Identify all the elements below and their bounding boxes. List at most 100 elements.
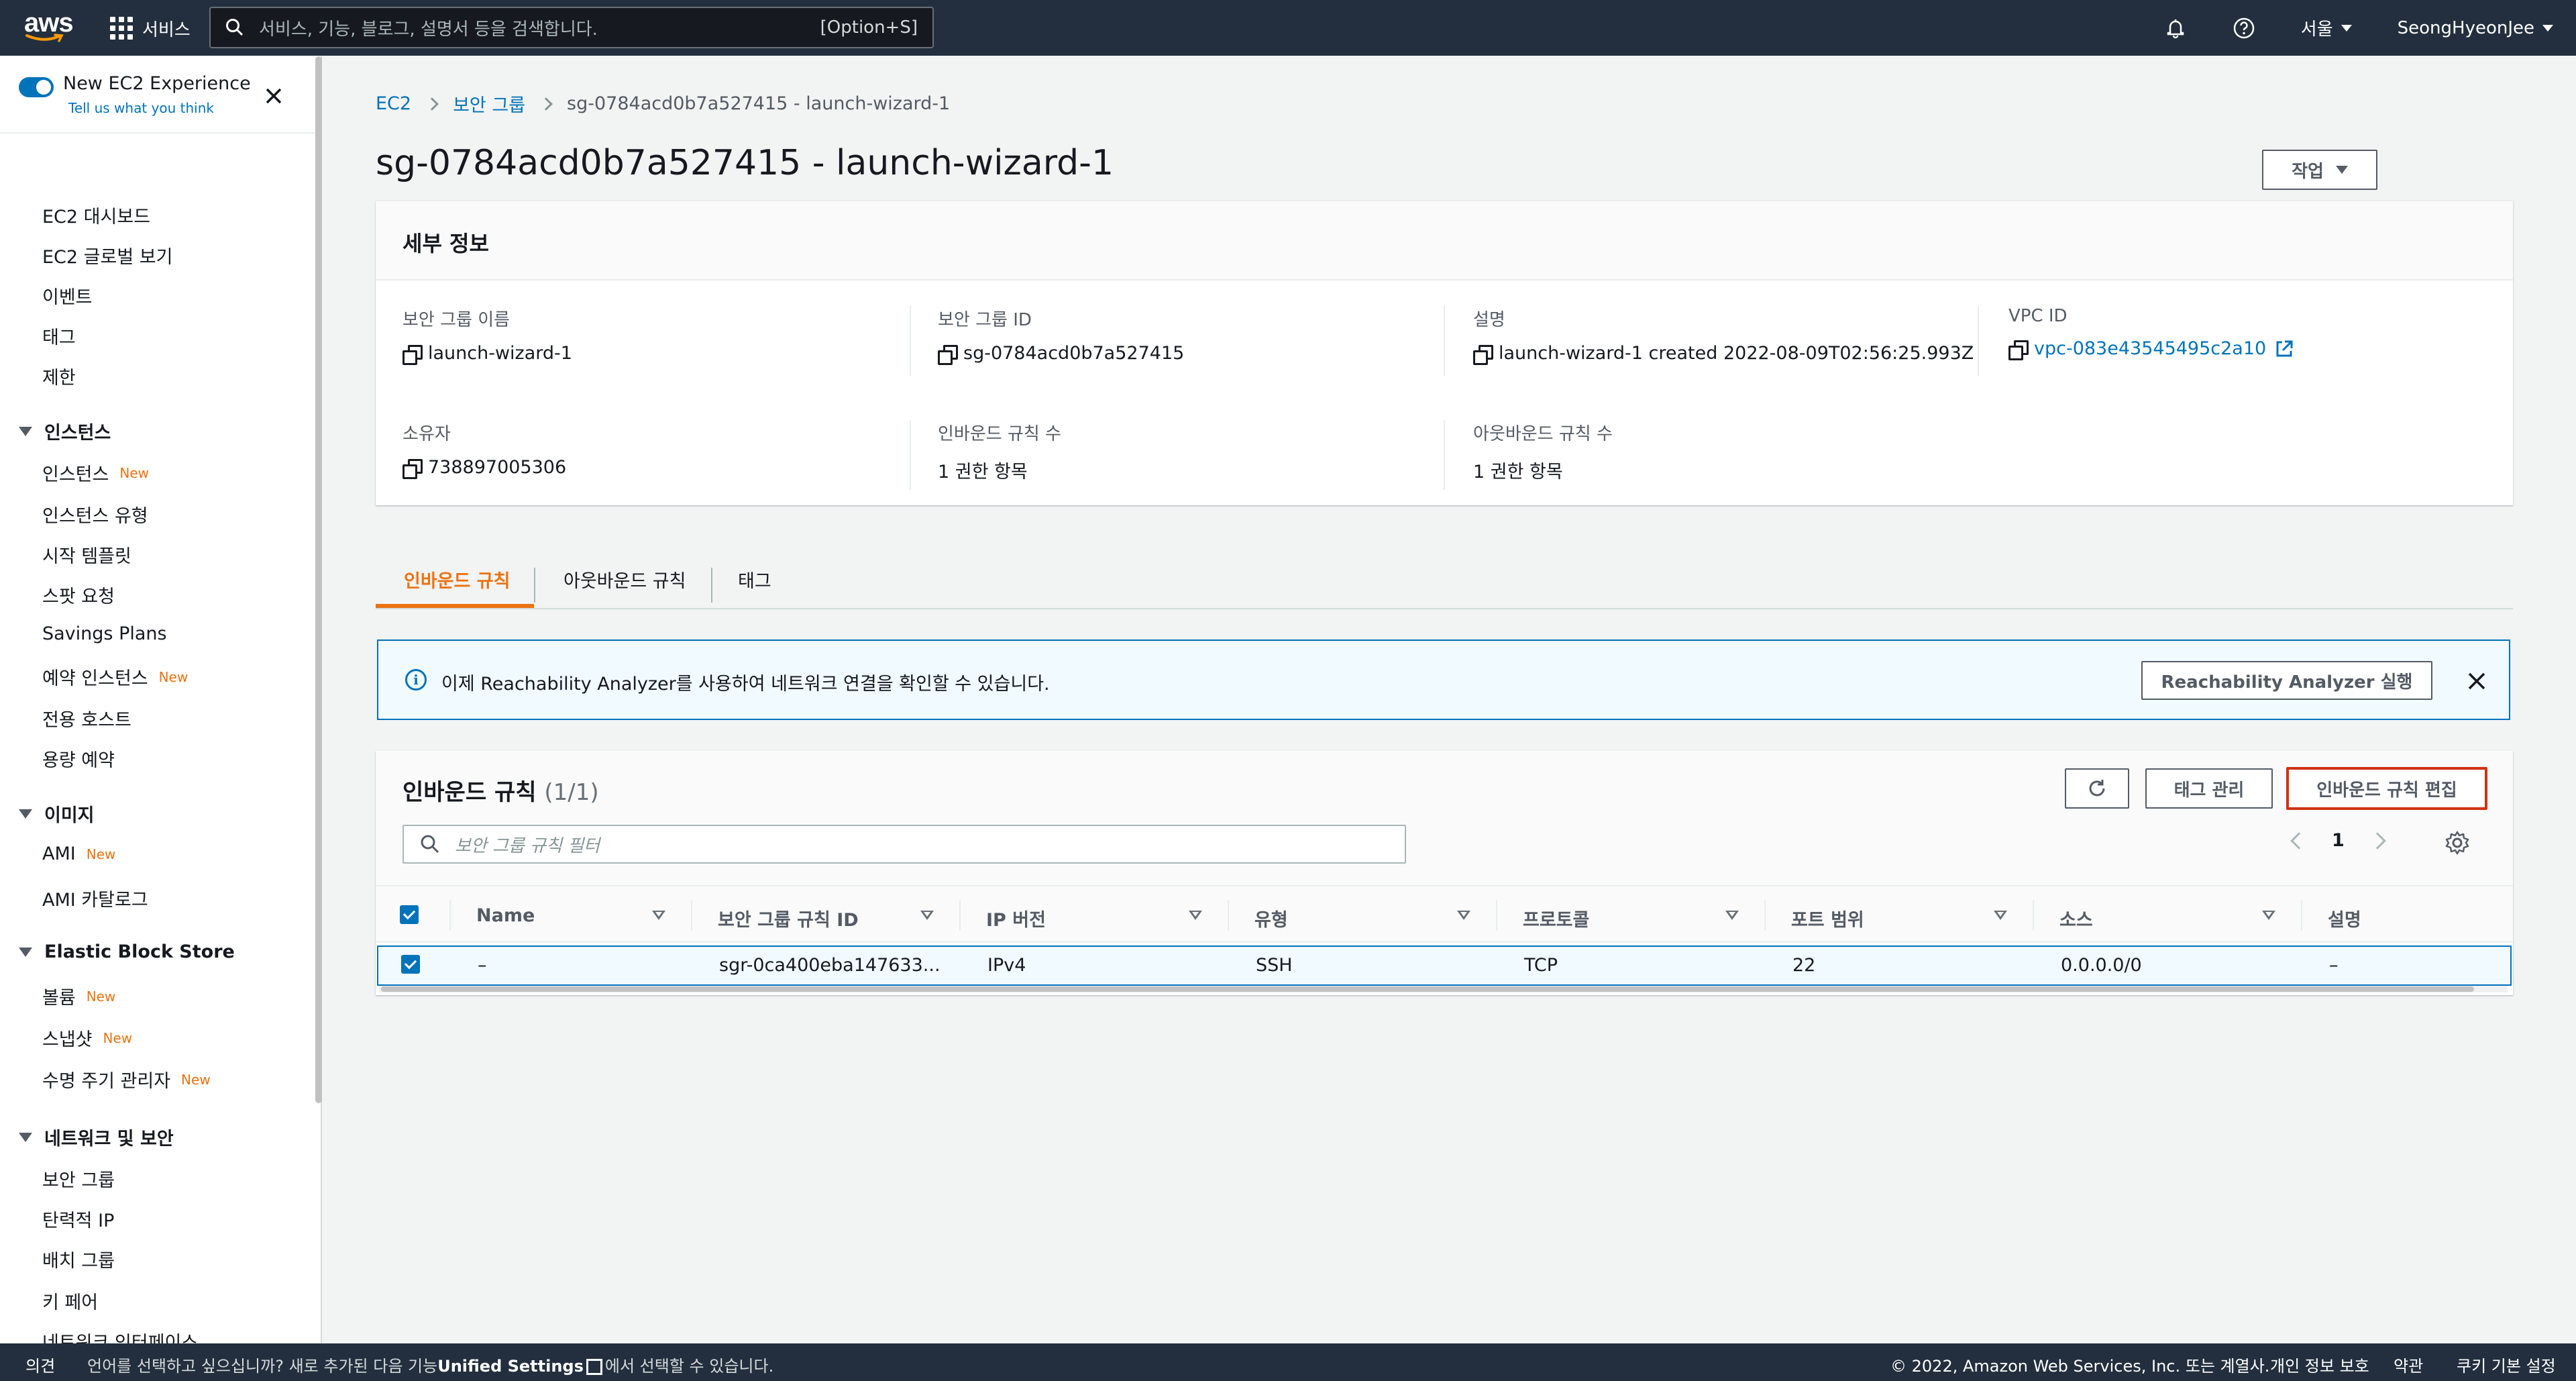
column-header-type[interactable]: 유형 [1254,905,1288,931]
sidebar-item-events[interactable]: 이벤트 [42,283,93,309]
sidebar-scrollbar[interactable] [315,56,322,1103]
sidebar-item-placement-groups[interactable]: 배치 그룹 [42,1246,115,1272]
sidebar-section-network-security[interactable]: 네트워크 및 보안 [19,1124,174,1150]
sidebar-item-network-interfaces[interactable]: 네트워크 인터페이스 [42,1328,198,1343]
field-value: 1 권한 항목 [1473,462,1563,482]
column-divider [910,420,911,490]
new-experience-toggle[interactable] [19,77,54,97]
refresh-button[interactable] [2065,768,2129,809]
account-menu[interactable]: SeongHyeonJee [2375,0,2576,56]
sidebar-item-dedicated-hosts[interactable]: 전용 호스트 [42,705,131,731]
account-name: SeongHyeonJee [2397,17,2534,38]
sidebar-item-reserved-instances[interactable]: 예약 인스턴스 New [42,664,188,690]
sidebar-item-ec2-dashboard[interactable]: EC2 대시보드 [42,202,150,228]
sidebar-item-lifecycle-manager[interactable]: 수명 주기 관리자 New [42,1066,211,1092]
breadcrumb-security-groups[interactable]: 보안 그룹 [453,91,525,117]
column-header-protocol[interactable]: 프로토콜 [1523,905,1589,931]
column-header-source[interactable]: 소스 [2059,905,2093,931]
sidebar-item-snapshots[interactable]: 스냅샷 New [42,1025,132,1051]
feedback-link[interactable]: Tell us what you think [68,100,214,116]
sidebar-item-tags[interactable]: 태그 [42,323,76,349]
edit-inbound-rules-button[interactable]: 인바운드 규칙 편집 [2286,767,2487,810]
select-all-checkbox[interactable] [400,905,419,924]
sort-icon[interactable] [920,911,934,920]
tab-tags[interactable]: 태그 [738,549,771,609]
sidebar-item-capacity-reservations[interactable]: 용량 예약 [42,746,115,772]
cell-source: 0.0.0.0/0 [2061,955,2142,976]
column-header-ip-version[interactable]: IP 버전 [986,905,1046,931]
actions-dropdown-button[interactable]: 작업 [2262,150,2377,190]
column-divider [1444,306,1445,376]
close-icon[interactable] [2466,670,2487,692]
sidebar-item-label: 수명 주기 관리자 [42,1071,171,1092]
tab-inbound-rules[interactable]: 인바운드 규칙 [404,549,510,609]
help-button[interactable] [2210,0,2278,56]
previous-page-icon[interactable] [2290,831,2308,850]
next-page-icon[interactable] [2369,831,2386,850]
privacy-link[interactable]: 개인 정보 보호 [2270,1353,2369,1376]
terms-link[interactable]: 약관 [2394,1353,2423,1376]
close-sidebar-icon[interactable] [262,84,286,108]
sidebar-item-spot-requests[interactable]: 스팟 요청 [42,582,115,608]
sidebar-item-security-groups[interactable]: 보안 그룹 [42,1166,115,1192]
sidebar-item-launch-templates[interactable]: 시작 템플릿 [42,542,131,568]
sidebar-item-volumes[interactable]: 볼륨 New [42,983,115,1009]
global-search-input[interactable]: 서비스, 기능, 블로그, 설명서 등을 검색합니다. [Option+S] [209,7,934,48]
sidebar-section-images[interactable]: 이미지 [19,801,95,827]
manage-tags-button[interactable]: 태그 관리 [2145,768,2273,809]
copy-icon[interactable] [1473,344,1493,365]
feedback-button[interactable]: 의견 [25,1353,55,1376]
tab-divider [534,568,535,603]
sidebar-item-savings-plans[interactable]: Savings Plans [42,623,167,644]
region-selector[interactable]: 서울 [2278,0,2375,56]
rules-filter-input[interactable]: 보안 그룹 규칙 필터 [402,825,1406,864]
tab-outbound-rules[interactable]: 아웃바운드 규칙 [564,549,686,609]
sort-icon[interactable] [2262,911,2275,920]
copy-icon[interactable] [402,344,423,365]
notifications-button[interactable] [2141,0,2210,56]
sort-icon[interactable] [1994,911,2007,920]
sort-icon[interactable] [1189,911,1202,920]
current-page[interactable]: 1 [2332,830,2345,851]
sidebar-item-global-view[interactable]: EC2 글로벌 보기 [42,242,172,268]
cookie-preferences-link[interactable]: 쿠키 기본 설정 [2457,1353,2556,1376]
sidebar-section-ebs[interactable]: Elastic Block Store [19,941,235,962]
sidebar-item-ami-catalog[interactable]: AMI 카탈로그 [42,885,148,911]
details-panel-header: 세부 정보 [376,201,2513,280]
breadcrumb-ec2[interactable]: EC2 [376,93,411,114]
sidebar-section-instances[interactable]: 인스턴스 [19,418,111,444]
vpc-link[interactable]: vpc-083e43545495c2a10 [2034,338,2266,359]
caret-down-icon [2542,24,2553,32]
sidebar-item-instance-types[interactable]: 인스턴스 유형 [42,501,148,527]
cell-rule-id: sgr-0ca400eba147633... [719,955,941,976]
sidebar-item-elastic-ip[interactable]: 탄력적 IP [42,1206,114,1232]
expand-caret-icon [19,426,32,436]
table-row[interactable]: – sgr-0ca400eba147633... IPv4 SSH TCP 22… [377,945,2512,986]
column-header-rule-id[interactable]: 보안 그룹 규칙 ID [718,905,859,931]
sort-icon[interactable] [1725,911,1739,920]
copy-icon[interactable] [938,344,958,365]
column-divider [2301,900,2302,931]
table-horizontal-scrollbar[interactable] [378,986,2508,992]
copy-icon[interactable] [2008,340,2029,360]
aws-logo[interactable]: aws [24,9,74,43]
search-icon [421,835,439,854]
settings-gear-icon[interactable] [2445,830,2470,856]
sidebar-item-instances[interactable]: 인스턴스 New [42,460,149,486]
column-header-description[interactable]: 설명 [2328,905,2361,931]
sidebar-item-key-pairs[interactable]: 키 페어 [42,1288,98,1314]
run-reachability-analyzer-button[interactable]: Reachability Analyzer 실행 [2141,661,2432,700]
copy-icon[interactable] [402,458,423,479]
unified-settings-link[interactable]: Unified Settings [437,1357,584,1376]
new-badge: New [86,988,116,1005]
sort-icon[interactable] [652,911,665,920]
column-header-name[interactable]: Name [476,905,535,926]
services-menu[interactable]: 서비스 [110,15,191,42]
scrollbar-thumb[interactable] [381,986,2474,992]
language-notice-text: 에서 선택할 수 있습니다. [604,1357,774,1376]
sidebar-item-limits[interactable]: 제한 [42,363,76,389]
column-header-port-range[interactable]: 포트 범위 [1791,905,1864,931]
sort-icon[interactable] [1457,911,1470,920]
row-checkbox[interactable] [401,955,420,974]
sidebar-item-ami[interactable]: AMI New [42,843,115,864]
